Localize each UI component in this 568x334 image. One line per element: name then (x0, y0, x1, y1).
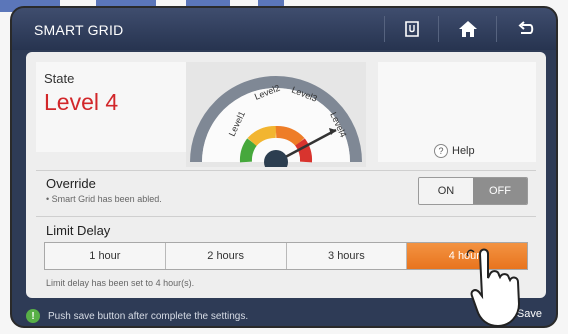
page-title: SMART GRID (34, 22, 124, 38)
info-icon: ! (26, 309, 40, 323)
manual-button[interactable] (392, 14, 432, 44)
pointing-hand-icon (466, 246, 521, 328)
override-label: Override (46, 176, 96, 191)
state-value: Level 4 (44, 89, 119, 115)
override-note: • Smart Grid has been abled. (46, 194, 162, 204)
help-button[interactable]: ? Help (434, 144, 475, 158)
home-button[interactable] (448, 14, 488, 44)
titlebar: SMART GRID (12, 8, 556, 50)
override-off-button[interactable]: OFF (473, 178, 527, 204)
divider (36, 216, 536, 217)
level-gauge-area: Level1 Level2 Level3 Level4 (186, 62, 366, 174)
limit-delay-selector: 1 hour 2 hours 3 hours 4 hours (44, 242, 528, 270)
limit-delay-note: Limit delay has been set to 4 hour(s). (46, 278, 195, 288)
titlebar-divider (438, 16, 439, 42)
gauge-segment-green (239, 138, 258, 163)
level-gauge: Level1 Level2 Level3 Level4 (190, 76, 362, 174)
back-icon (518, 21, 534, 34)
limit-delay-option-3-hours[interactable]: 3 hours (285, 243, 407, 269)
divider (36, 170, 536, 171)
gauge-segment-red (294, 138, 313, 163)
help-icon: ? (434, 144, 448, 158)
state-label: State (44, 71, 75, 86)
footer-message: Push save button after complete the sett… (48, 311, 249, 322)
override-on-button[interactable]: ON (419, 178, 473, 204)
limit-delay-label: Limit Delay (46, 223, 111, 238)
titlebar-divider (496, 16, 497, 42)
limit-delay-option-2-hours[interactable]: 2 hours (164, 243, 286, 269)
home-icon (459, 21, 477, 37)
titlebar-divider (384, 16, 385, 42)
back-button[interactable] (506, 14, 546, 44)
state-section: State Level 4 (36, 62, 191, 152)
manual-icon (405, 21, 419, 37)
override-toggle: ON OFF (418, 177, 528, 205)
help-label: Help (452, 145, 475, 157)
limit-delay-option-1-hour[interactable]: 1 hour (45, 243, 165, 269)
